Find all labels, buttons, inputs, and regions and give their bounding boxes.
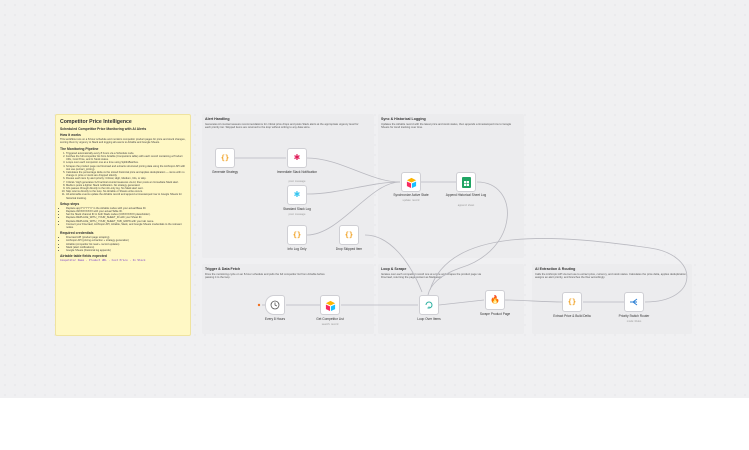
node-label: Get Competitor List: [316, 317, 344, 321]
slack-icon: ✱: [293, 153, 301, 162]
node-immediate-slack[interactable]: ✱: [287, 148, 307, 168]
firecrawl-icon: 🔥: [490, 295, 500, 304]
node-label: Loop Over Items: [417, 317, 441, 321]
node-sublabel: mode: Rules: [626, 320, 642, 323]
node-sublabel: append: sheet: [457, 204, 475, 207]
airtable-icon: [406, 177, 416, 188]
node-info-log[interactable]: {}: [287, 225, 307, 245]
node-sublabel: post: message: [288, 180, 306, 183]
airtable-icon: [325, 300, 335, 311]
node-priority-switch[interactable]: [624, 292, 644, 312]
node-sublabel: post: message: [288, 213, 306, 216]
wire: [504, 299, 563, 303]
node-every-8-hours[interactable]: [265, 295, 285, 315]
node-label: Extract Price & Build Delta: [553, 314, 591, 318]
node-label: Generate Strategy: [211, 170, 239, 174]
trigger-dot: [257, 303, 261, 307]
node-get-competitor-list[interactable]: [320, 295, 340, 315]
code-icon: {}: [292, 231, 302, 239]
node-drop-skipped[interactable]: {}: [339, 225, 359, 245]
node-label: Scrape Product Page: [479, 312, 511, 316]
node-standard-slack[interactable]: ✱: [287, 185, 307, 205]
node-loop-over-items[interactable]: [419, 295, 439, 315]
node-label: Append Historical Sheet Log: [445, 193, 487, 197]
wire: [438, 299, 485, 306]
node-label: Immediate Slack Notification: [276, 170, 318, 174]
node-label: Priority Switch Router: [618, 314, 650, 318]
node-label: Synchronize Active State: [393, 193, 429, 197]
node-label: Every 8 Hours: [264, 317, 286, 321]
node-generate-strategy[interactable]: {}: [215, 148, 235, 168]
node-extract-price[interactable]: {}: [562, 292, 582, 312]
node-sync-airtable[interactable]: [401, 172, 421, 192]
node-label: Standard Slack Log: [283, 207, 311, 211]
node-label: Info Log Only: [287, 247, 307, 251]
code-icon: {}: [220, 154, 230, 162]
wire: [427, 181, 508, 296]
node-append-sheet[interactable]: [456, 172, 476, 192]
wire: [364, 234, 423, 293]
wire: [306, 157, 401, 183]
code-icon: {}: [567, 298, 577, 306]
switch-icon: [630, 298, 638, 306]
loop-icon: [425, 301, 433, 309]
node-sublabel: search: record: [321, 323, 339, 326]
node-label: Drop Skipped Item: [335, 247, 363, 251]
wire: [306, 181, 401, 195]
wire: [429, 238, 688, 303]
node-sublabel: update: record: [402, 199, 420, 202]
slack-icon: ✱: [293, 190, 301, 199]
code-icon: {}: [344, 231, 354, 239]
connection-wires: [234, 157, 688, 307]
node-scrape-product-page[interactable]: 🔥: [485, 290, 505, 310]
clock-icon: [270, 300, 280, 310]
google-sheets-icon: [461, 176, 471, 188]
